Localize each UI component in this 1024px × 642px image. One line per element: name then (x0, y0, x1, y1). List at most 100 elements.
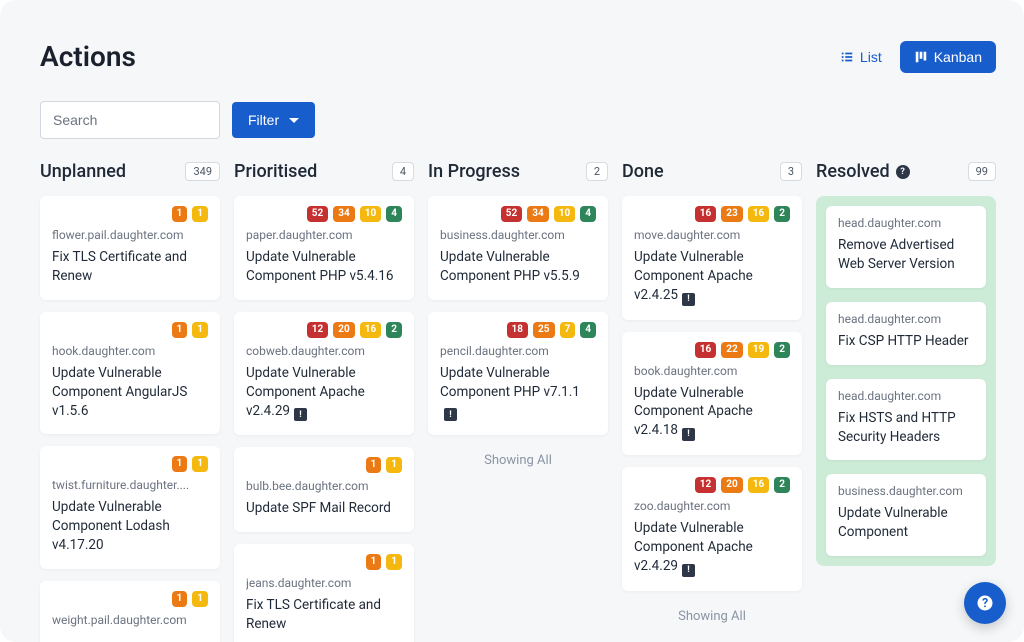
severity-badge: 19 (748, 342, 769, 358)
kanban-card[interactable]: 182574pencil.daughter.comUpdate Vulnerab… (428, 312, 608, 436)
card-text: Update Vulnerable Component Apache v2.4.… (246, 364, 402, 422)
card-host: head.daughter.com (838, 389, 974, 403)
card-text: Update Vulnerable Component Apache v2.4.… (634, 519, 790, 577)
severity-badge: 23 (721, 206, 742, 222)
severity-badge: 1 (366, 457, 382, 473)
severity-badge: 4 (580, 206, 596, 222)
column-count-badge: 99 (968, 162, 996, 181)
card-list: head.daughter.com Remove Advertised Web S… (816, 196, 996, 566)
kanban-view-button[interactable]: Kanban (900, 41, 996, 73)
column-header: Prioritised4 (234, 161, 414, 182)
card-text: Update SPF Mail Record (246, 499, 402, 518)
card-badges: 11 (246, 554, 402, 570)
column-title-text: Done (622, 161, 664, 182)
severity-badge: 25 (533, 322, 554, 338)
severity-badge: 20 (721, 477, 742, 493)
kanban-card[interactable]: 11 bulb.bee.daughter.com Update SPF Mail R… (234, 447, 414, 532)
card-text-content: Update Vulnerable Component (838, 505, 948, 540)
column-header: Unplanned 349 (40, 161, 220, 182)
card-host: cobweb.daughter.com (246, 344, 402, 358)
severity-badge: 10 (360, 206, 381, 222)
kanban-card[interactable]: 11flower.pail.daughter.comFix TLS Certif… (40, 196, 220, 300)
kanban-card[interactable]: 5234104paper.daughter.comUpdate Vulnerab… (234, 196, 414, 300)
card-badges: 1623162 (634, 206, 790, 222)
kanban-column: Prioritised45234104paper.daughter.comUpd… (234, 161, 414, 642)
kanban-card[interactable]: 1622192book.daughter.comUpdate Vulnerabl… (622, 332, 802, 456)
controls-row: Filter (40, 101, 996, 139)
app-window: Actions List Kanban Filter Unplanned3491… (0, 0, 1024, 642)
kanban-card[interactable]: head.daughter.comFix CSP HTTP Header (826, 302, 986, 365)
severity-badge: 12 (695, 477, 716, 493)
search-input[interactable] (40, 101, 220, 139)
card-text-content: Fix TLS Certificate and Renew (246, 597, 381, 632)
severity-badge: 1 (172, 206, 188, 222)
card-text: Fix TLS Certificate and Renew (246, 596, 402, 634)
kanban-column: In Progress2 5234104business.daughter.com… (428, 161, 608, 642)
severity-badge: 1 (386, 554, 402, 570)
card-badges: 1220162 (246, 322, 402, 338)
note-icon (682, 564, 695, 577)
kanban-card[interactable]: 1623162move.daughter.comUpdate Vulnerabl… (622, 196, 802, 320)
card-text-content: Update Vulnerable Component Lodash v4.17… (52, 499, 170, 553)
severity-badge: 1 (192, 322, 208, 338)
card-text-content: Remove Advertised Web Server Version (838, 237, 955, 272)
card-badges: 182574 (440, 322, 596, 338)
card-list: 5234104paper.daughter.comUpdate Vulnerab… (234, 196, 414, 642)
column-title-text: Resolved (816, 161, 890, 182)
severity-badge: 34 (333, 206, 354, 222)
card-badges: 11 (52, 322, 208, 338)
severity-badge: 1 (366, 554, 382, 570)
severity-badge: 1 (192, 591, 208, 607)
card-text-content: Update Vulnerable Component PHP v5.5.9 (440, 249, 580, 284)
card-text-content: Fix HSTS and HTTP Security Headers (838, 410, 956, 445)
column-title: Unplanned (40, 161, 126, 182)
card-badges: 5234104 (440, 206, 596, 222)
kanban-view-label: Kanban (934, 49, 982, 65)
question-icon[interactable]: ? (896, 165, 910, 179)
card-host: pencil.daughter.com (440, 344, 596, 358)
help-fab-button[interactable] (964, 582, 1006, 624)
card-host: paper.daughter.com (246, 228, 402, 242)
kanban-card[interactable]: 5234104business.daughter.comUpdate Vulne… (428, 196, 608, 300)
severity-badge: 7 (560, 322, 576, 338)
card-host: bulb.bee.daughter.com (246, 479, 402, 493)
kanban-card[interactable]: 1220162cobweb.daughter.comUpdate Vulnera… (234, 312, 414, 436)
showing-all-label: Showing All (428, 453, 608, 468)
column-header: Done3 (622, 161, 802, 182)
kanban-card[interactable]: 11weight.pail.daughter.com (40, 581, 220, 642)
list-view-button[interactable]: List (830, 41, 892, 73)
card-list: 5234104business.daughter.comUpdate Vulne… (428, 196, 608, 435)
card-badges: 1622192 (634, 342, 790, 358)
filter-button[interactable]: Filter (232, 102, 315, 138)
kanban-card[interactable]: 11hook.daughter.comUpdate Vulnerable Com… (40, 312, 220, 435)
card-host: head.daughter.com (838, 216, 974, 230)
kanban-card[interactable]: 1220162zoo.daughter.comUpdate Vulnerable… (622, 467, 802, 591)
card-badges: 11 (246, 457, 402, 473)
severity-badge: 12 (307, 322, 328, 338)
column-count-badge: 349 (185, 162, 220, 181)
severity-badge: 2 (774, 477, 790, 493)
card-list: 11flower.pail.daughter.comFix TLS Certif… (40, 196, 220, 642)
kanban-card[interactable]: 11jeans.daughter.comFix TLS Certificate … (234, 544, 414, 642)
help-icon (976, 594, 994, 612)
severity-badge: 2 (774, 342, 790, 358)
severity-badge: 1 (386, 457, 402, 473)
kanban-card[interactable]: head.daughter.com Remove Advertised Web S… (826, 206, 986, 288)
card-host: zoo.daughter.com (634, 499, 790, 513)
severity-badge: 52 (501, 206, 522, 222)
column-header: In Progress2 (428, 161, 608, 182)
card-text-content: Fix CSP HTTP Header (838, 333, 968, 349)
card-text: Fix CSP HTTP Header (838, 332, 974, 351)
column-title: In Progress (428, 161, 520, 182)
card-host: weight.pail.daughter.com (52, 613, 208, 627)
card-badges: 11 (52, 206, 208, 222)
severity-badge: 16 (748, 206, 769, 222)
card-text-content: Update Vulnerable Component PHP v7.1.1 (440, 365, 580, 400)
kanban-card[interactable]: business.daughter.comUpdate Vulnerable C… (826, 474, 986, 556)
note-icon (682, 428, 695, 441)
kanban-card[interactable]: 11twist.furniture.daughter....Update Vul… (40, 446, 220, 569)
kanban-column: Done31623162move.daughter.comUpdate Vuln… (622, 161, 802, 642)
kanban-card[interactable]: head.daughter.com Fix HSTS and HTTP Secur… (826, 379, 986, 461)
card-host: twist.furniture.daughter.... (52, 478, 208, 492)
severity-badge: 2 (386, 322, 402, 338)
